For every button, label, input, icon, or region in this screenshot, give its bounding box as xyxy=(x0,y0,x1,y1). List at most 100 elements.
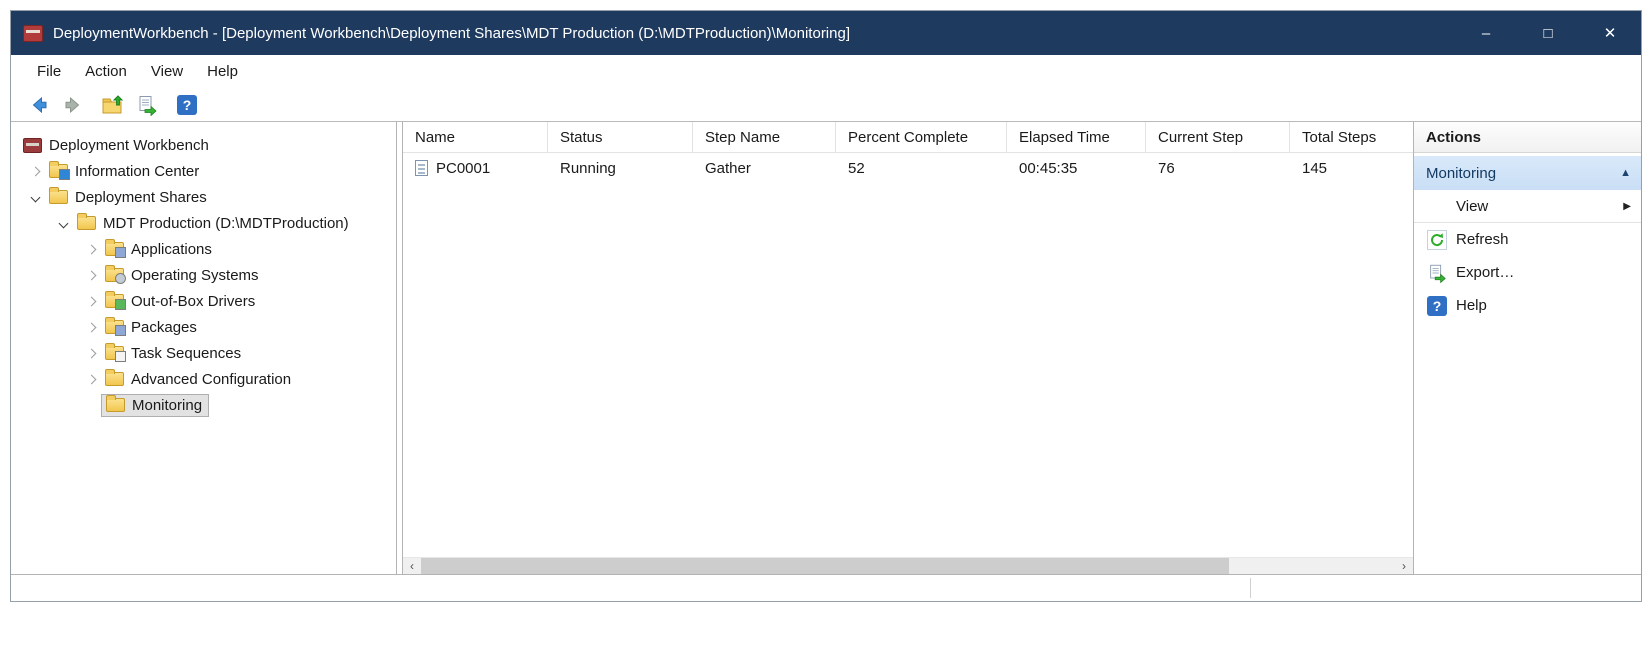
console-tree-pane: Deployment Workbench Information Center … xyxy=(11,122,397,574)
tree-label: Monitoring xyxy=(132,397,202,414)
scroll-left-icon[interactable]: ‹ xyxy=(403,558,421,574)
minimize-button[interactable]: – xyxy=(1455,11,1517,55)
tree-label: Deployment Shares xyxy=(75,189,207,206)
tree-item-applications[interactable]: Applications xyxy=(11,236,396,262)
scroll-right-icon[interactable]: › xyxy=(1395,558,1413,574)
cell-total-steps: 145 xyxy=(1290,160,1400,177)
computer-item-icon xyxy=(415,160,428,176)
chevron-right-icon[interactable] xyxy=(27,162,45,180)
actions-pane: Actions Monitoring ▲ View ▶ xyxy=(1413,122,1641,574)
chevron-right-icon[interactable] xyxy=(83,240,101,258)
tree-item-task-sequences[interactable]: Task Sequences xyxy=(11,340,396,366)
actions-group-monitoring[interactable]: Monitoring ▲ xyxy=(1414,156,1641,190)
action-label: Export… xyxy=(1456,264,1514,281)
toolbar: ? xyxy=(11,88,1641,122)
tree-label: Task Sequences xyxy=(131,345,241,362)
column-header-name[interactable]: Name xyxy=(403,122,548,152)
deployment-workbench-window: DeploymentWorkbench - [Deployment Workbe… xyxy=(10,10,1642,602)
tree-label: Advanced Configuration xyxy=(131,371,291,388)
tree-item-mdt-production[interactable]: MDT Production (D:\MDTProduction) xyxy=(11,210,396,236)
cell-elapsed-time: 00:45:35 xyxy=(1007,160,1146,177)
tree-label: Out-of-Box Drivers xyxy=(131,293,255,310)
tree-label: Packages xyxy=(131,319,197,336)
chevron-down-icon[interactable] xyxy=(55,214,73,232)
cell-current-step: 76 xyxy=(1146,160,1290,177)
folder-icon xyxy=(105,372,124,386)
tree-label: Information Center xyxy=(75,163,199,180)
up-folder-icon[interactable] xyxy=(101,93,125,117)
folder-applications-icon xyxy=(105,242,124,256)
scrollbar-track[interactable] xyxy=(1229,558,1395,574)
window-controls: – □ ✕ xyxy=(1455,11,1641,55)
submenu-arrow-icon: ▶ xyxy=(1623,201,1631,212)
scrollbar-thumb[interactable] xyxy=(421,558,1229,574)
help-icon[interactable]: ? xyxy=(175,93,199,117)
chevron-right-icon[interactable] xyxy=(83,292,101,310)
close-button[interactable]: ✕ xyxy=(1579,11,1641,55)
maximize-button[interactable]: □ xyxy=(1517,11,1579,55)
column-header-elapsed-time[interactable]: Elapsed Time xyxy=(1007,122,1146,152)
table-row-pc0001[interactable]: PC0001 Running Gather 52 00:45:35 76 145 xyxy=(403,153,1413,183)
tree-label: MDT Production (D:\MDTProduction) xyxy=(103,215,349,232)
chevron-right-icon[interactable] xyxy=(83,318,101,336)
folder-icon xyxy=(49,190,68,204)
chevron-right-icon[interactable] xyxy=(83,370,101,388)
expander-placeholder xyxy=(83,396,101,414)
column-header-total-steps[interactable]: Total Steps xyxy=(1290,122,1400,152)
chevron-down-icon[interactable] xyxy=(27,188,45,206)
cell-step-name: Gather xyxy=(693,160,836,177)
tree-item-out-of-box-drivers[interactable]: Out-of-Box Drivers xyxy=(11,288,396,314)
export-icon xyxy=(1426,262,1448,284)
menu-file[interactable]: File xyxy=(25,55,73,88)
tree-item-packages[interactable]: Packages xyxy=(11,314,396,340)
cell-name: PC0001 xyxy=(403,160,548,177)
list-header: Name Status Step Name Percent Complete E… xyxy=(403,122,1413,153)
folder-drivers-icon xyxy=(105,294,124,308)
action-export[interactable]: Export… xyxy=(1414,256,1641,289)
collapse-group-icon[interactable]: ▲ xyxy=(1620,167,1631,179)
menubar: File Action View Help xyxy=(11,55,1641,88)
forward-icon[interactable] xyxy=(61,93,85,117)
titlebar: DeploymentWorkbench - [Deployment Workbe… xyxy=(11,11,1641,55)
action-help[interactable]: ? Help xyxy=(1414,289,1641,322)
column-header-percent-complete[interactable]: Percent Complete xyxy=(836,122,1007,152)
folder-packages-icon xyxy=(105,320,124,334)
mmc-app-icon xyxy=(23,25,43,42)
tree-item-advanced-configuration[interactable]: Advanced Configuration xyxy=(11,366,396,392)
list-rows: PC0001 Running Gather 52 00:45:35 76 145 xyxy=(403,153,1413,557)
tree-item-deployment-shares[interactable]: Deployment Shares xyxy=(11,184,396,210)
tree-label: Applications xyxy=(131,241,212,258)
column-header-current-step[interactable]: Current Step xyxy=(1146,122,1290,152)
action-label: Refresh xyxy=(1456,231,1509,248)
folder-monitoring-icon xyxy=(106,398,125,412)
menu-action[interactable]: Action xyxy=(73,55,139,88)
chevron-right-icon[interactable] xyxy=(83,344,101,362)
menu-help[interactable]: Help xyxy=(195,55,250,88)
back-icon[interactable] xyxy=(27,93,51,117)
results-list-pane: Name Status Step Name Percent Complete E… xyxy=(402,122,1413,574)
refresh-icon xyxy=(1426,229,1448,251)
action-refresh[interactable]: Refresh xyxy=(1414,223,1641,256)
window-title: DeploymentWorkbench - [Deployment Workbe… xyxy=(53,25,850,42)
help-icon: ? xyxy=(1426,295,1448,317)
chevron-right-icon[interactable] xyxy=(83,266,101,284)
cell-status: Running xyxy=(548,160,693,177)
column-header-status[interactable]: Status xyxy=(548,122,693,152)
tree-item-information-center[interactable]: Information Center xyxy=(11,158,396,184)
main-area: Deployment Workbench Information Center … xyxy=(11,122,1641,574)
column-header-step-name[interactable]: Step Name xyxy=(693,122,836,152)
tree-label: Deployment Workbench xyxy=(49,137,209,154)
status-bar xyxy=(11,574,1641,601)
menu-view[interactable]: View xyxy=(139,55,195,88)
action-label: Help xyxy=(1456,297,1487,314)
action-view[interactable]: View ▶ xyxy=(1414,190,1641,223)
cell-percent-complete: 52 xyxy=(836,160,1007,177)
folder-tasks-icon xyxy=(105,346,124,360)
tree-item-operating-systems[interactable]: Operating Systems xyxy=(11,262,396,288)
export-list-icon[interactable] xyxy=(135,93,159,117)
horizontal-scrollbar[interactable]: ‹ › xyxy=(403,557,1413,574)
tree-item-deployment-workbench[interactable]: Deployment Workbench xyxy=(11,132,396,158)
tree-item-monitoring[interactable]: Monitoring xyxy=(11,392,396,418)
actions-group-label: Monitoring xyxy=(1426,165,1496,182)
folder-info-icon xyxy=(49,164,68,178)
